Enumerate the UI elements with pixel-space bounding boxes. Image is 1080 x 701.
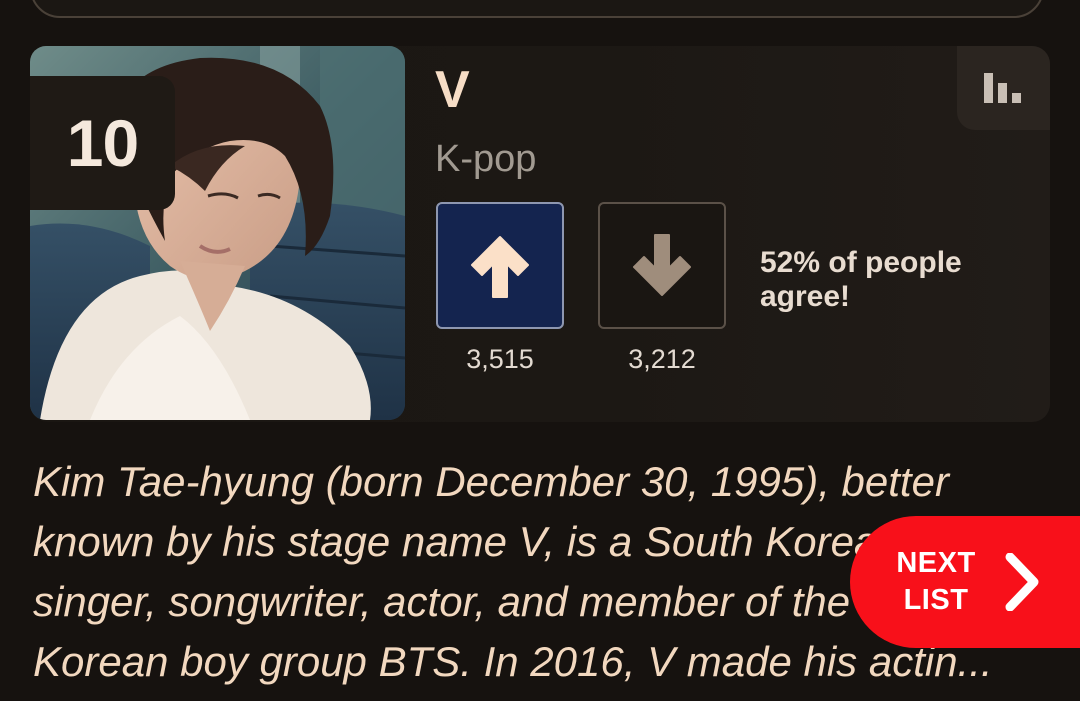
description-line: Kim Tae-hyung (born December 30, 1995), … <box>33 458 949 505</box>
item-category[interactable]: K-pop <box>435 136 536 182</box>
upvote-button[interactable] <box>436 202 564 329</box>
agreement-text: 52% of people agree! <box>760 246 962 313</box>
downvote-count: 3,212 <box>628 344 696 374</box>
bar-chart-icon <box>983 73 1021 103</box>
next-label-line: NEXT <box>896 547 976 579</box>
upvote-count: 3,515 <box>466 344 534 374</box>
next-label-line: LIST <box>903 584 969 616</box>
ranking-page: 10 V K-pop 3,515 3,212 52% of people agr… <box>0 0 1080 701</box>
previous-item-card <box>30 0 1044 18</box>
arrow-down-icon <box>633 233 691 296</box>
stats-button[interactable] <box>957 46 1050 130</box>
next-list-label: NEXT LIST <box>886 545 986 619</box>
chevron-right-icon <box>994 547 1050 617</box>
item-title[interactable]: V <box>435 60 470 120</box>
rank-badge: 10 <box>30 76 175 210</box>
next-list-button[interactable]: NEXT LIST <box>850 516 1080 648</box>
downvote-button[interactable] <box>598 202 726 329</box>
arrow-up-icon <box>471 235 529 298</box>
